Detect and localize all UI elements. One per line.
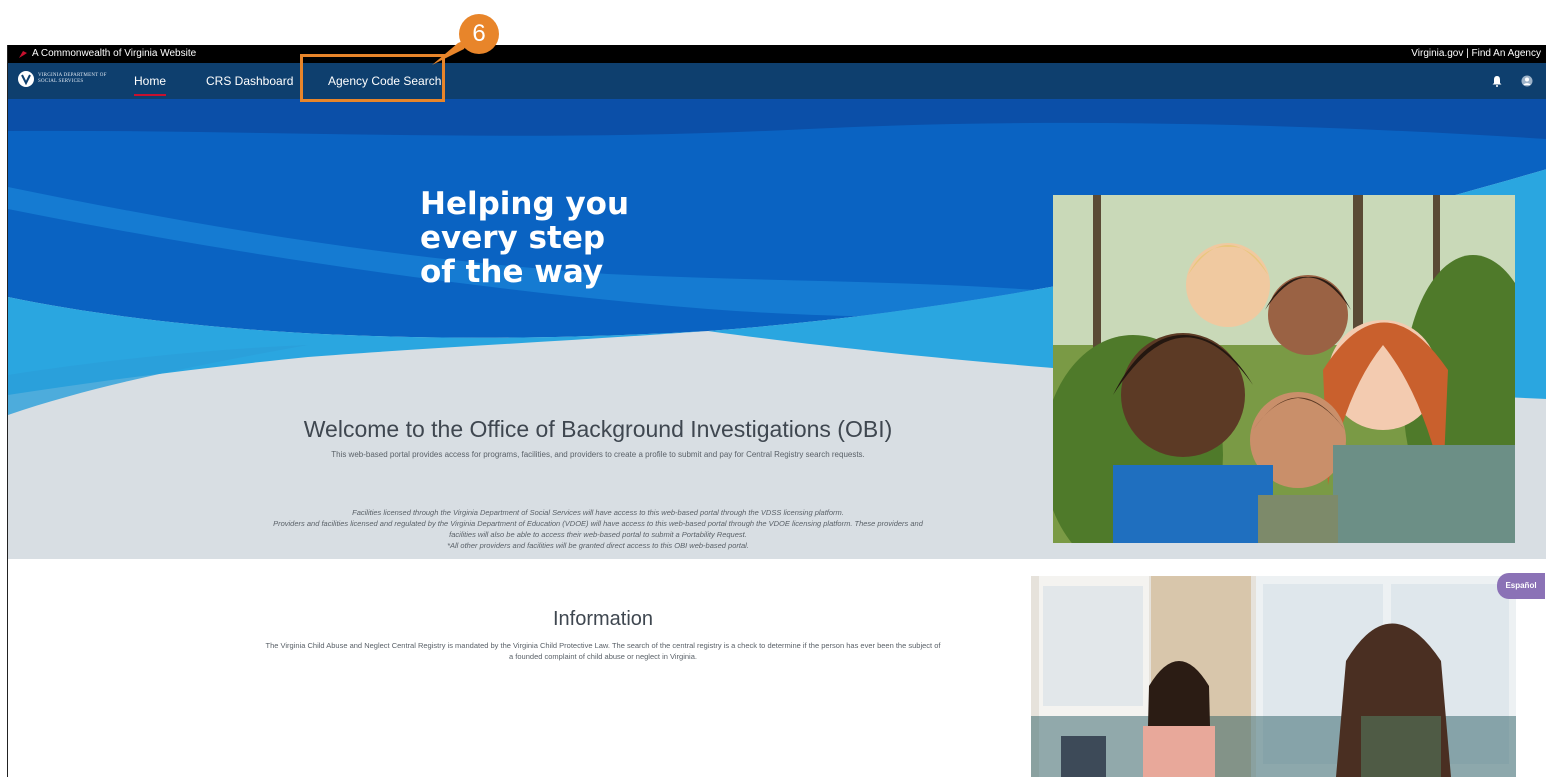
nav-crs-dashboard[interactable]: CRS Dashboard <box>206 63 293 99</box>
vdss-logo[interactable]: VIRGINIA DEPARTMENT OF SOCIAL SERVICES <box>18 71 118 87</box>
annotation-highlight-box <box>300 54 445 102</box>
bell-icon[interactable] <box>1491 75 1503 87</box>
gov-links[interactable]: Virginia.gov | Find An Agency <box>1411 48 1541 59</box>
virginia-cardinal-icon <box>19 50 27 58</box>
information-title: Information <box>552 608 654 630</box>
commonwealth-bar: A Commonwealth of Virginia Website Virgi… <box>8 45 1546 63</box>
espanol-button[interactable]: Español <box>1497 573 1545 599</box>
welcome-subtitle: This web-based portal provides access fo… <box>331 450 865 459</box>
browser-page: A Commonwealth of Virginia Website Virgi… <box>7 45 1546 777</box>
commonwealth-text: A Commonwealth of Virginia Website <box>32 48 197 59</box>
vdss-logo-text: VIRGINIA DEPARTMENT OF SOCIAL SERVICES <box>38 73 107 84</box>
note-vdoe: Providers and facilities licensed and re… <box>273 519 923 539</box>
vdss-logo-icon <box>18 71 34 87</box>
main-nav: VIRGINIA DEPARTMENT OF SOCIAL SERVICES H… <box>8 63 1546 99</box>
nav-home[interactable]: Home <box>134 63 167 99</box>
note-direct-access: *All other providers and facilities will… <box>447 541 749 550</box>
step-number-badge: 6 <box>459 14 499 54</box>
study-photo <box>1031 576 1516 777</box>
hero-tagline: Helping you every step of the way <box>420 186 630 290</box>
welcome-title: Welcome to the Office of Background Inve… <box>303 416 893 442</box>
welcome-notes: Facilities licensed through the Virginia… <box>268 507 928 551</box>
information-text: The Virginia Child Abuse and Neglect Cen… <box>265 641 941 661</box>
children-photo <box>1053 195 1515 543</box>
user-icon[interactable] <box>1521 75 1533 87</box>
note-vdss: Facilities licensed through the Virginia… <box>352 508 844 517</box>
hero-section: Helping you every step of the way Welcom… <box>8 99 1546 559</box>
